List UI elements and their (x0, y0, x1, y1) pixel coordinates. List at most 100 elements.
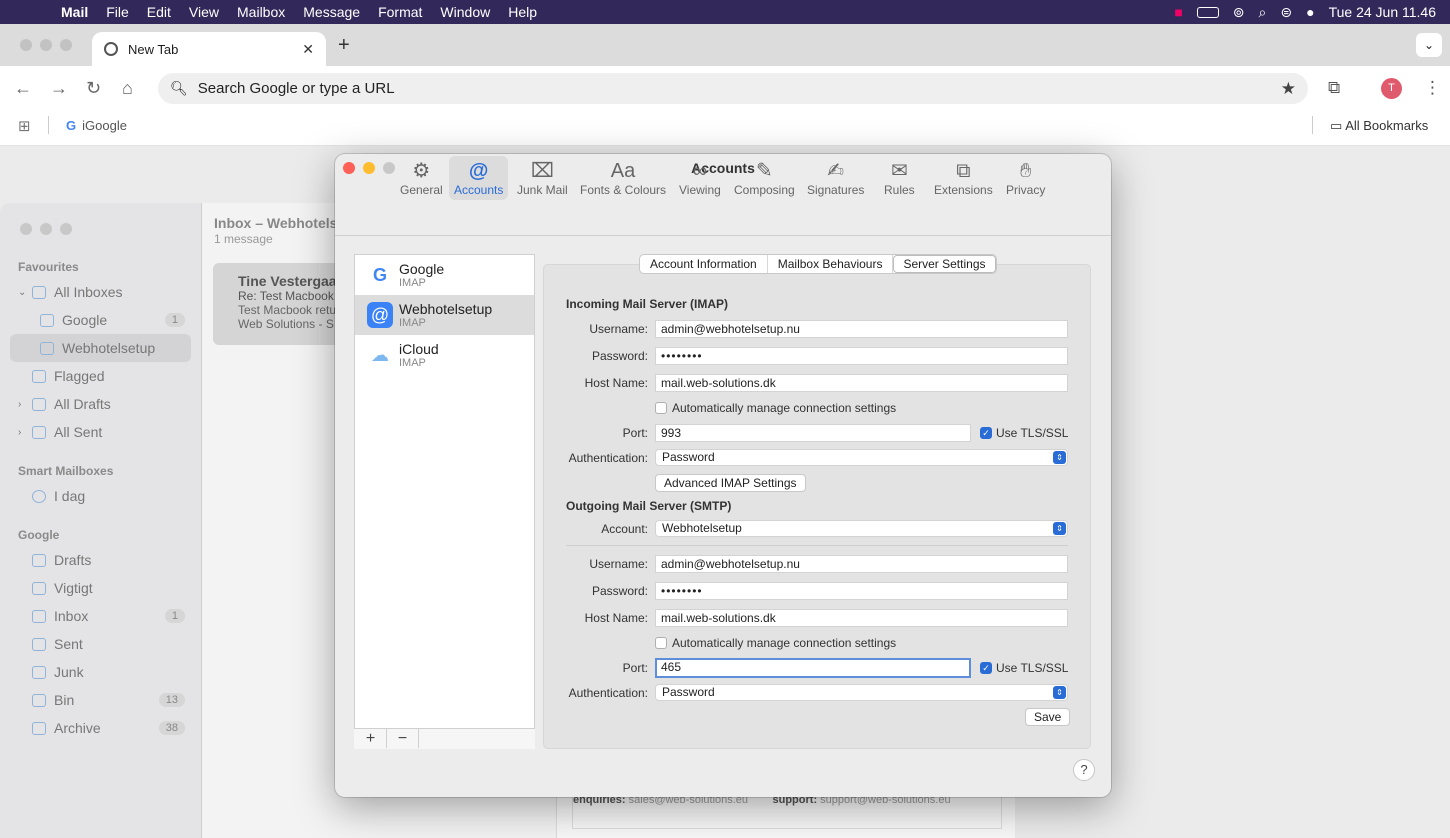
sidebar-item-bin[interactable]: Bin 13 (10, 686, 191, 714)
outgoing-username-field[interactable]: admin@webhotelsetup.nu (655, 555, 1068, 573)
account-icloud[interactable]: ☁ iCloud IMAP (355, 335, 534, 375)
browser-tab[interactable]: New Tab ✕ (92, 32, 326, 66)
outgoing-host-field[interactable]: mail.web-solutions.dk (655, 609, 1068, 627)
sidebar-item-webhotelsetup[interactable]: Webhotelsetup (10, 334, 191, 362)
outgoing-auto-checkbox[interactable] (655, 637, 667, 649)
menu-message[interactable]: Message (294, 4, 369, 20)
menu-help[interactable]: Help (499, 4, 546, 20)
menu-view[interactable]: View (180, 4, 228, 20)
sidebar-item-vigtigt[interactable]: Vigtigt (10, 574, 191, 602)
sidebar-item-all-sent[interactable]: › All Sent (10, 418, 191, 446)
outgoing-tls-checkbox[interactable]: ✓ (980, 662, 992, 674)
advanced-imap-button[interactable]: Advanced IMAP Settings (655, 474, 806, 492)
message-count: 1 message (214, 232, 273, 246)
menu-window[interactable]: Window (431, 4, 499, 20)
pref-privacy[interactable]: ✋︎ Privacy (1001, 156, 1050, 200)
omnibox[interactable]: 🔍︎ Search Google or type a URL ★ (158, 73, 1308, 104)
close-icon[interactable] (20, 39, 32, 51)
incoming-username-field[interactable]: admin@webhotelsetup.nu (655, 320, 1068, 338)
tab-account-information[interactable]: Account Information (640, 255, 768, 273)
minimize-icon[interactable] (40, 223, 52, 235)
sidebar-item-inbox[interactable]: Inbox 1 (10, 602, 191, 630)
forward-icon[interactable]: → (50, 78, 68, 99)
outgoing-auth-select[interactable]: Password ⇕ (655, 684, 1068, 701)
incoming-tls-checkbox[interactable]: ✓ (980, 427, 992, 439)
pref-junk-mail[interactable]: ⌧ Junk Mail (512, 156, 573, 200)
pref-rules[interactable]: ✉ Rules (879, 156, 920, 200)
account-type: IMAP (399, 316, 426, 329)
menu-file[interactable]: File (97, 4, 138, 20)
chrome-icon (104, 42, 118, 56)
pref-extensions[interactable]: ⧉ Extensions (929, 156, 998, 200)
incoming-host-field[interactable]: mail.web-solutions.dk (655, 374, 1068, 392)
sidebar-item-google[interactable]: Google 1 (10, 306, 191, 334)
bookmark-star-icon[interactable]: ★ (1281, 79, 1296, 99)
folder-icon (32, 581, 46, 595)
outgoing-account-select[interactable]: Webhotelsetup ⇕ (655, 520, 1068, 537)
pref-composing[interactable]: ✎ Composing (729, 156, 800, 200)
menu-format[interactable]: Format (369, 4, 431, 20)
pref-signatures[interactable]: ✍ Signatures (802, 156, 869, 200)
menu-app[interactable]: Mail (52, 4, 97, 20)
tab-mailbox-behaviours[interactable]: Mailbox Behaviours (768, 255, 894, 273)
pref-fonts-colours[interactable]: Aa Fonts & Colours (575, 156, 671, 200)
screen-mirror-icon[interactable]: ⊚ (1233, 4, 1245, 21)
battery-icon[interactable] (1196, 6, 1219, 18)
chevron-down-icon[interactable]: ⌄ (18, 287, 32, 298)
menubar-clock[interactable]: Tue 24 Jun 11.46 (1329, 4, 1436, 20)
save-button[interactable]: Save (1025, 708, 1071, 726)
avatar[interactable]: T (1381, 78, 1402, 99)
incoming-auto-checkbox[interactable] (655, 402, 667, 414)
reload-icon[interactable]: ↻ (86, 78, 101, 99)
incoming-username-label: Username: (589, 322, 648, 336)
remove-account-button[interactable]: − (387, 729, 419, 748)
home-icon[interactable]: ⌂ (122, 78, 133, 99)
account-google[interactable]: G Google IMAP (355, 255, 534, 295)
incoming-port-field[interactable]: 993 (655, 424, 971, 442)
sidebar-item-sent[interactable]: Sent (10, 630, 191, 658)
siri-icon[interactable]: ● (1306, 4, 1314, 20)
zoom-icon[interactable] (60, 39, 72, 51)
close-icon[interactable] (20, 223, 32, 235)
add-account-button[interactable]: + (355, 729, 387, 748)
incoming-auth-select[interactable]: Password ⇕ (655, 449, 1068, 466)
sidebar-label: Webhotelsetup (62, 340, 156, 356)
extensions-icon[interactable]: ⧉ (1328, 78, 1340, 98)
back-icon[interactable]: ← (14, 78, 32, 99)
incoming-password-label: Password: (591, 349, 648, 363)
zoom-icon[interactable] (60, 223, 72, 235)
chevron-right-icon[interactable]: › (18, 427, 32, 438)
account-webhotelsetup[interactable]: @ Webhotelsetup IMAP (355, 295, 534, 335)
more-options-icon[interactable]: ⋮ (1424, 78, 1441, 98)
sidebar-item-drafts[interactable]: Drafts (10, 546, 191, 574)
help-button[interactable]: ? (1073, 759, 1095, 781)
sidebar-item-all-drafts[interactable]: › All Drafts (10, 390, 191, 418)
menu-mailbox[interactable]: Mailbox (228, 4, 294, 20)
pref-viewing[interactable]: ∞ Viewing (674, 156, 726, 200)
new-tab-icon[interactable]: + (338, 34, 350, 57)
pref-accounts[interactable]: @ Accounts (449, 156, 509, 200)
status-app-icon[interactable]: ■ (1174, 4, 1182, 20)
pref-general[interactable]: ⚙ General (395, 156, 448, 200)
select-value: Password (662, 450, 715, 464)
sidebar-item-flagged[interactable]: Flagged (10, 362, 191, 390)
close-tab-icon[interactable]: ✕ (302, 41, 314, 58)
tab-server-settings[interactable]: Server Settings (893, 255, 996, 273)
incoming-port-label: Port: (622, 426, 648, 440)
bookmark-igoogle[interactable]: GiGoogle (66, 118, 127, 133)
apps-grid-icon[interactable]: ⊞ (18, 117, 31, 135)
sidebar-item-idag[interactable]: I dag (10, 482, 191, 510)
outgoing-port-field[interactable]: 465 (655, 658, 971, 678)
sidebar-item-archive[interactable]: Archive 38 (10, 714, 191, 742)
chevron-right-icon[interactable]: › (18, 399, 32, 410)
control-center-icon[interactable]: ⊜ (1280, 4, 1292, 21)
outgoing-password-field[interactable]: •••••••• (655, 582, 1068, 600)
all-bookmarks[interactable]: ▭ All Bookmarks (1330, 118, 1428, 134)
minimize-icon[interactable] (40, 39, 52, 51)
tab-search-icon[interactable]: ⌄ (1416, 33, 1442, 57)
incoming-password-field[interactable]: •••••••• (655, 347, 1068, 365)
sidebar-item-all-inboxes[interactable]: ⌄ All Inboxes (10, 278, 191, 306)
menu-edit[interactable]: Edit (138, 4, 180, 20)
spotlight-icon[interactable]: ⌕ (1259, 4, 1267, 21)
sidebar-item-junk[interactable]: Junk (10, 658, 191, 686)
